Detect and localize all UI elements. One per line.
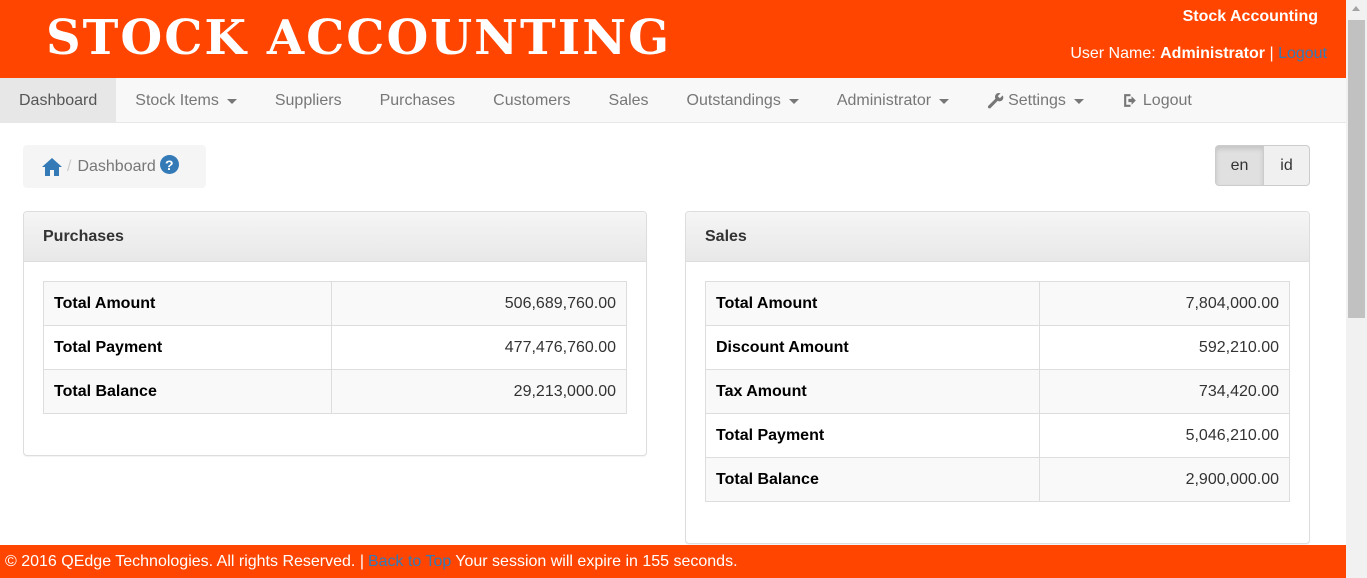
nav-stock-items[interactable]: Stock Items: [116, 78, 256, 123]
row-value: 29,213,000.00: [331, 369, 627, 414]
nav-suppliers-label: Suppliers: [274, 91, 342, 109]
lang-id-button[interactable]: id: [1264, 145, 1310, 186]
row-value: 2,900,000.00: [1039, 457, 1290, 502]
caret-down-icon: [1073, 99, 1084, 104]
caret-down-icon: [939, 99, 950, 104]
user-info: User Name: Administrator | Logout: [1070, 45, 1327, 63]
sales-panel-title: Sales: [686, 212, 1309, 262]
row-label: Total Amount: [705, 281, 1040, 326]
footer: © 2016 QEdge Technologies. All rights Re…: [0, 545, 1346, 578]
purchases-table: Total Amount 506,689,760.00 Total Paymen…: [43, 281, 627, 414]
nav-administrator[interactable]: Administrator: [818, 78, 968, 123]
nav-purchases[interactable]: Purchases: [361, 78, 475, 123]
nav-dashboard[interactable]: Dashboard: [0, 78, 117, 123]
row-value: 5,046,210.00: [1039, 413, 1290, 458]
language-switch: en id: [1215, 145, 1310, 186]
table-row: Tax Amount 734,420.00: [705, 369, 1290, 414]
table-row: Total Balance 2,900,000.00: [705, 457, 1290, 502]
row-label: Total Payment: [705, 413, 1040, 458]
caret-down-icon: [226, 99, 237, 104]
table-row: Total Amount 506,689,760.00: [43, 281, 627, 326]
scroll-thumb[interactable]: [1348, 20, 1365, 318]
logout-icon: [1124, 94, 1136, 107]
help-icon[interactable]: ?: [159, 155, 179, 174]
nav-outstandings[interactable]: Outstandings: [668, 78, 818, 123]
row-label: Total Balance: [705, 457, 1040, 502]
footer-copyright: © 2016 QEdge Technologies. All rights Re…: [5, 552, 364, 570]
nav-purchases-label: Purchases: [379, 91, 456, 109]
row-label: Tax Amount: [705, 369, 1040, 414]
sales-table: Total Amount 7,804,000.00 Discount Amoun…: [705, 281, 1290, 502]
caret-down-icon: [788, 99, 799, 104]
row-label: Discount Amount: [705, 325, 1040, 370]
wrench-icon: [987, 93, 1004, 109]
back-to-top-link[interactable]: Back to Top: [368, 553, 451, 571]
breadcrumb-current: Dashboard: [77, 157, 156, 175]
nav-sales-label: Sales: [608, 91, 649, 109]
nav-suppliers[interactable]: Suppliers: [256, 78, 361, 123]
main-navbar: Dashboard Stock Items Suppliers Purchase…: [0, 78, 1346, 123]
nav-sales[interactable]: Sales: [590, 78, 668, 123]
nav-stock-items-label: Stock Items: [135, 91, 219, 109]
user-name: Administrator: [1160, 45, 1266, 62]
table-row: Discount Amount 592,210.00: [705, 325, 1290, 370]
row-value: 7,804,000.00: [1039, 281, 1290, 326]
nav-dashboard-label: Dashboard: [19, 91, 98, 109]
breadcrumb: / Dashboard ?: [23, 145, 206, 188]
nav-settings-label: Settings: [1008, 91, 1066, 109]
nav-administrator-label: Administrator: [836, 91, 932, 109]
user-label: User Name:: [1070, 45, 1161, 62]
header-logout-link[interactable]: Logout: [1278, 45, 1327, 62]
row-value: 734,420.00: [1039, 369, 1290, 414]
nav-customers[interactable]: Customers: [474, 78, 589, 123]
table-row: Total Amount 7,804,000.00: [705, 281, 1290, 326]
row-label: Total Balance: [43, 369, 332, 414]
row-label: Total Payment: [43, 325, 332, 370]
app-logo: STOCK ACCOUNTING: [46, 10, 672, 66]
user-separator: |: [1265, 45, 1279, 62]
nav-settings[interactable]: Settings: [968, 78, 1103, 123]
lang-en-button[interactable]: en: [1215, 145, 1264, 186]
purchases-panel: Purchases Total Amount 506,689,760.00 To…: [23, 211, 647, 456]
page-scrollbar[interactable]: [1346, 0, 1367, 578]
nav-logout-label: Logout: [1142, 91, 1192, 109]
nav-logout[interactable]: Logout: [1103, 78, 1211, 123]
table-row: Total Payment 477,476,760.00: [43, 325, 627, 370]
breadcrumb-separator: /: [67, 157, 72, 175]
scroll-up-arrow-icon[interactable]: [1352, 6, 1360, 11]
row-label: Total Amount: [43, 281, 332, 326]
table-row: Total Balance 29,213,000.00: [43, 369, 627, 414]
home-icon[interactable]: [41, 157, 63, 177]
row-value: 506,689,760.00: [331, 281, 627, 326]
nav-outstandings-label: Outstandings: [686, 91, 781, 109]
nav-customers-label: Customers: [493, 91, 571, 109]
row-value: 592,210.00: [1039, 325, 1290, 370]
top-header: STOCK ACCOUNTING Stock Accounting User N…: [0, 0, 1346, 78]
purchases-panel-title: Purchases: [24, 212, 646, 262]
row-value: 477,476,760.00: [331, 325, 627, 370]
app-title: Stock Accounting: [1182, 8, 1318, 25]
session-timer: Your session will expire in 155 seconds.: [455, 552, 738, 570]
table-row: Total Payment 5,046,210.00: [705, 413, 1290, 458]
sales-panel: Sales Total Amount 7,804,000.00 Discount…: [685, 211, 1310, 544]
